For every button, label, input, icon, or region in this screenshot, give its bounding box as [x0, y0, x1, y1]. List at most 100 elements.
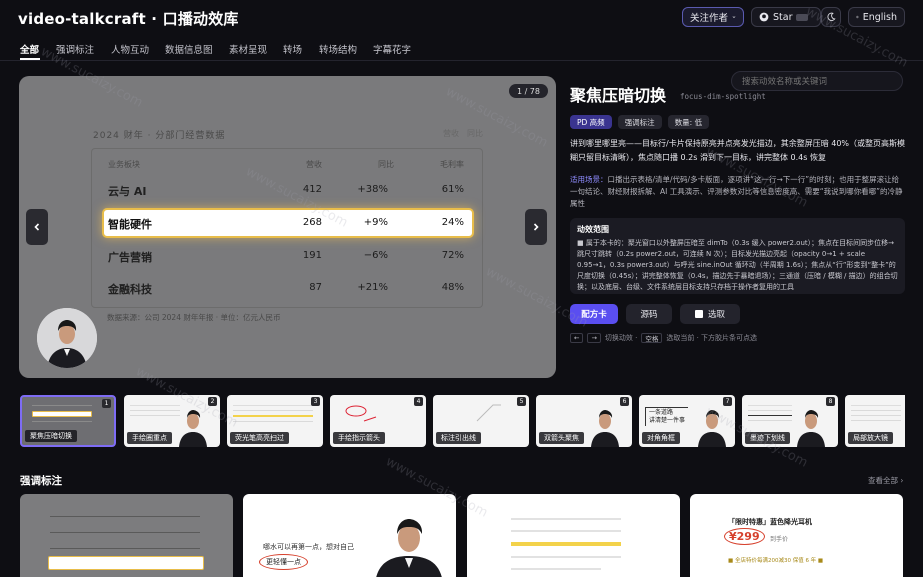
tag-frequency: PD 高频: [570, 115, 612, 129]
category-tabs: 全部 强调标注 人物互动 数据信息图 素材呈现 转场 转场结构 字幕花字: [0, 34, 923, 91]
thumbnail-hand-arrow[interactable]: 4 手绘指示箭头: [330, 395, 426, 447]
mini-document: [748, 405, 792, 423]
cell-margin: 61%: [441, 184, 464, 195]
thumb-caption: 双箭头聚焦: [539, 432, 584, 444]
thumb-caption: 手绘指示箭头: [333, 432, 385, 444]
thumb-caption: 聚焦压暗切换: [25, 430, 77, 442]
presenter-figure-icon: [37, 308, 97, 368]
thumb-caption: 标注引出线: [436, 432, 481, 444]
thumb-caption: 墨迹下划线: [745, 432, 790, 444]
thumbnail-focus-dim[interactable]: 1 聚焦压暗切换: [20, 395, 116, 447]
effect-title: 聚焦压暗切换: [570, 86, 667, 105]
follow-label: 关注作者: [690, 13, 729, 24]
keyboard-hint: ← → 切换动效 · 空格 选取当前 · 下方胶片条可点选: [570, 333, 757, 343]
tab-people[interactable]: 人物互动: [111, 42, 149, 56]
hand-arrow-icon: [345, 405, 377, 422]
star-count-placeholder: [796, 13, 809, 21]
theme-toggle-button[interactable]: [821, 7, 841, 27]
card-highlighter[interactable]: [467, 494, 680, 577]
thumb-number: 2: [208, 397, 217, 406]
tag-category: 强调标注: [617, 115, 662, 129]
thumbnail-double-arrow-focus[interactable]: 6 双箭头聚焦: [536, 395, 632, 447]
mini-line: [32, 421, 92, 422]
thumb-number: 5: [517, 397, 526, 406]
table-row: 云与 AI 412 +38% 61%: [104, 179, 472, 203]
tab-data-infographic[interactable]: 数据信息图: [165, 42, 213, 56]
effect-tags: PD 高频 强调标注 数量: 低: [570, 115, 710, 129]
section-title: 强调标注: [20, 475, 62, 487]
effect-actions: 配方卡 源码 选取: [570, 304, 740, 324]
language-button[interactable]: English: [848, 7, 905, 27]
callout-line-icon: [476, 404, 501, 422]
thumbnail-hand-circle[interactable]: 2 手绘圈重点: [124, 395, 220, 447]
effect-scenarios: 适用场景：口播出示表格/清单/代码/多卡版面，逐项讲“这一行→下一行”的时刻；也…: [570, 174, 905, 210]
moon-icon: [827, 12, 836, 21]
previous-button[interactable]: [26, 209, 48, 245]
cell-yoy: +9%: [363, 217, 388, 228]
thumb-caption: 对角角框: [642, 432, 680, 444]
language-label: English: [862, 11, 897, 23]
follow-author-button[interactable]: 关注作者: [682, 7, 744, 27]
thumb-number: 4: [414, 397, 423, 406]
presenter-figure-icon: [698, 410, 726, 447]
search-input[interactable]: [731, 71, 903, 91]
tab-transition-structure[interactable]: 转场结构: [319, 42, 357, 56]
mini-document: [851, 405, 901, 423]
table-source-note: 数据来源：公司 2024 财年年报 · 单位：亿元人民币: [107, 313, 281, 322]
chevron-down-icon: [732, 16, 736, 18]
arrow-right-key-icon: →: [587, 333, 601, 343]
spec-text: ■ 属于本卡的：聚光窗口以外整屏压暗至 dimTo（0.3s 缓入 power2…: [577, 239, 898, 291]
arrow-left-key-icon: ←: [570, 333, 584, 343]
select-checkbox[interactable]: 选取: [680, 304, 740, 324]
data-table-slide: 2024 财年 · 分部门经营数据 营收 同比 业务板块 营收 同比 毛利率 云…: [91, 126, 483, 324]
tab-subtitle[interactable]: 字幕花字: [373, 42, 411, 56]
card-focus-dim[interactable]: [20, 494, 233, 577]
mini-highlight-row: [32, 411, 92, 417]
presenter-figure-icon: [179, 410, 207, 447]
thumbnail-magnifier[interactable]: 9 局部放大镜: [845, 395, 905, 447]
thumbnail-corner-frame[interactable]: 一条道路 讲清楚一件事 7 对角角框: [639, 395, 735, 447]
next-button[interactable]: [525, 209, 547, 245]
thumb-caption: 局部放大镜: [848, 432, 893, 444]
thumb-number: 3: [311, 397, 320, 406]
thumb-number: 8: [826, 397, 835, 406]
mini-document: [130, 405, 180, 423]
effect-description: 讲到哪里哪里亮——目标行/卡片保持原亮并点亮发光描边，其余整屏压暗 40%（或整…: [570, 139, 906, 162]
cell-margin: 24%: [441, 217, 464, 228]
mini-line: [50, 548, 200, 549]
cell-segment: 金融科技: [108, 283, 152, 296]
highlight-stroke: [511, 542, 621, 546]
cell-revenue: 412: [302, 184, 322, 195]
table-legend: 营收 同比: [443, 128, 483, 139]
legend-item: 同比: [467, 129, 483, 138]
card-circled-text: 更轻懂一点: [259, 554, 308, 570]
card-price-circle[interactable]: 「限时特惠」蓝色降光耳机 ¥299 到手价 ■ 全店特价每满200减30 保值 …: [690, 494, 903, 577]
mini-line: [511, 518, 621, 520]
chevron-right-icon: [533, 223, 539, 231]
tab-media[interactable]: 素材呈现: [229, 42, 267, 56]
column-header: 同比: [378, 160, 394, 169]
cell-yoy: +38%: [357, 184, 388, 195]
slide-counter: 1 / 78: [508, 84, 548, 98]
card-hand-circle[interactable]: 哪水可以再第一点，想对自己 更轻懂一点: [243, 494, 456, 577]
hint-prefix: 切换动效 ·: [604, 334, 638, 342]
github-star-button[interactable]: Star: [751, 7, 821, 27]
recipe-card-button[interactable]: 配方卡: [570, 304, 618, 324]
see-all-link[interactable]: 查看全部 ›: [868, 475, 903, 486]
effect-spec-box[interactable]: 动效范围 ■ 属于本卡的：聚光窗口以外整屏压暗至 dimTo（0.3s 缓入 p…: [570, 218, 905, 294]
tab-transition[interactable]: 转场: [283, 42, 302, 56]
thumbnail-highlighter-sweep[interactable]: 3 荧光笔高亮扫过: [227, 395, 323, 447]
tab-all[interactable]: 全部: [20, 42, 39, 56]
thumb-caption: 荧光笔高亮扫过: [230, 432, 289, 444]
source-code-button[interactable]: 源码: [626, 304, 672, 324]
cell-segment: 云与 AI: [108, 185, 147, 198]
table-title: 2024 财年 · 分部门经营数据: [93, 131, 226, 141]
thumbnail-ink-underline[interactable]: 8 墨迹下划线: [742, 395, 838, 447]
spec-title: 动效范围: [577, 225, 609, 234]
tab-emphasis[interactable]: 强调标注: [56, 42, 94, 56]
thumbnail-callout-line[interactable]: 5 标注引出线: [433, 395, 529, 447]
corner-frame-quote: 一条道路 讲清楚一件事: [645, 407, 689, 426]
star-label: Star: [773, 11, 793, 23]
table-row: 广告营销 191 −6% 72%: [104, 245, 472, 269]
tag-count: 数量: 低: [667, 115, 710, 129]
